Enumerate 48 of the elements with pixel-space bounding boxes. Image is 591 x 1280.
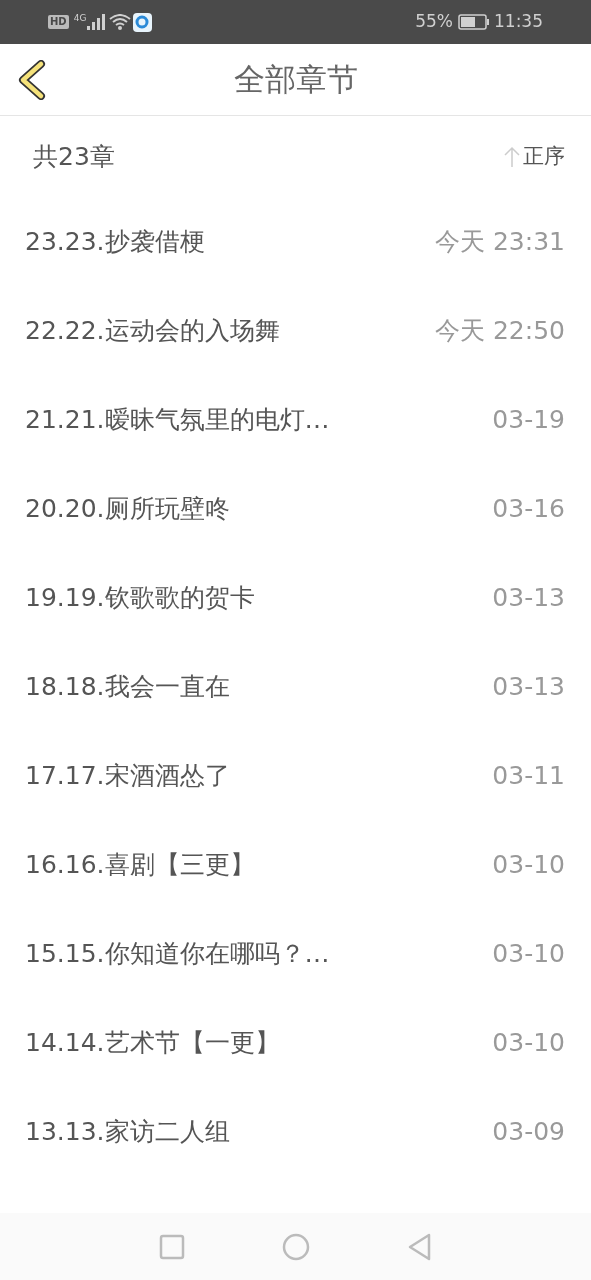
chapter-item[interactable]: 17.17.宋酒酒怂了 03-11 [0,731,591,820]
chapter-date: 03-13 [492,581,565,614]
app-icon [133,12,153,32]
up-arrow-icon [504,145,520,168]
wifi-icon [109,14,132,30]
chapter-date: 03-19 [492,403,565,436]
chapter-date: 今天 23:31 [435,225,565,258]
chapter-item[interactable]: 16.16.喜剧【三更】 03-10 [0,820,591,909]
hd-icon: HD [48,15,69,29]
chapter-date: 03-09 [492,1115,565,1148]
chapter-date: 今天 22:50 [435,314,565,347]
chapter-item[interactable]: 15.15.你知道你在哪吗？… 03-10 [0,909,591,998]
chapter-item[interactable]: 14.14.艺术节【一更】 03-10 [0,998,591,1087]
chapter-title: 17.17.宋酒酒怂了 [25,759,230,792]
chapter-date: 03-10 [492,1026,565,1059]
back-nav-icon[interactable] [406,1232,433,1261]
chapter-title: 14.14.艺术节【一更】 [25,1026,280,1059]
chapter-title: 23.23.抄袭借梗 [25,225,205,258]
chapter-title: 16.16.喜剧【三更】 [25,848,255,881]
chapter-date: 03-13 [492,670,565,703]
network-label: 4G [73,12,87,25]
chapter-title: 20.20.厕所玩壁咚 [25,492,230,525]
chapter-title: 13.13.家访二人组 [25,1115,230,1148]
chapter-date: 03-11 [492,759,565,792]
chapter-date: 03-10 [492,848,565,881]
chapter-title: 15.15.你知道你在哪吗？… [25,937,330,970]
battery-percent: 55% [415,10,453,34]
chapter-item[interactable]: 18.18.我会一直在 03-13 [0,642,591,731]
chapter-title: 18.18.我会一直在 [25,670,230,703]
page-title: 全部章节 [233,60,358,100]
chapter-item[interactable]: 23.23.抄袭借梗 今天 23:31 [0,197,591,286]
chapter-date: 03-10 [492,937,565,970]
chapter-item[interactable]: 13.13.家访二人组 03-09 [0,1087,591,1176]
recent-apps-icon[interactable] [158,1233,185,1260]
clock: 11:35 [494,10,543,34]
signal-icon [87,14,106,30]
chapter-title: 21.21.暧昧气氛里的电灯… [25,403,330,436]
chapter-title: 22.22.运动会的入场舞 [25,314,280,347]
chapter-count: 共23章 [33,140,115,173]
chapter-item[interactable]: 20.20.厕所玩壁咚 03-16 [0,464,591,553]
battery-icon [458,14,490,30]
chapter-item[interactable]: 21.21.暧昧气氛里的电灯… 03-19 [0,375,591,464]
chapter-title: 19.19.钦歌歌的贺卡 [25,581,255,614]
home-icon[interactable] [281,1232,310,1261]
chapter-item[interactable]: 22.22.运动会的入场舞 今天 22:50 [0,286,591,375]
chapter-date: 03-16 [492,492,565,525]
chapter-item[interactable]: 19.19.钦歌歌的贺卡 03-13 [0,553,591,642]
sort-button[interactable]: 正序 [504,140,565,173]
